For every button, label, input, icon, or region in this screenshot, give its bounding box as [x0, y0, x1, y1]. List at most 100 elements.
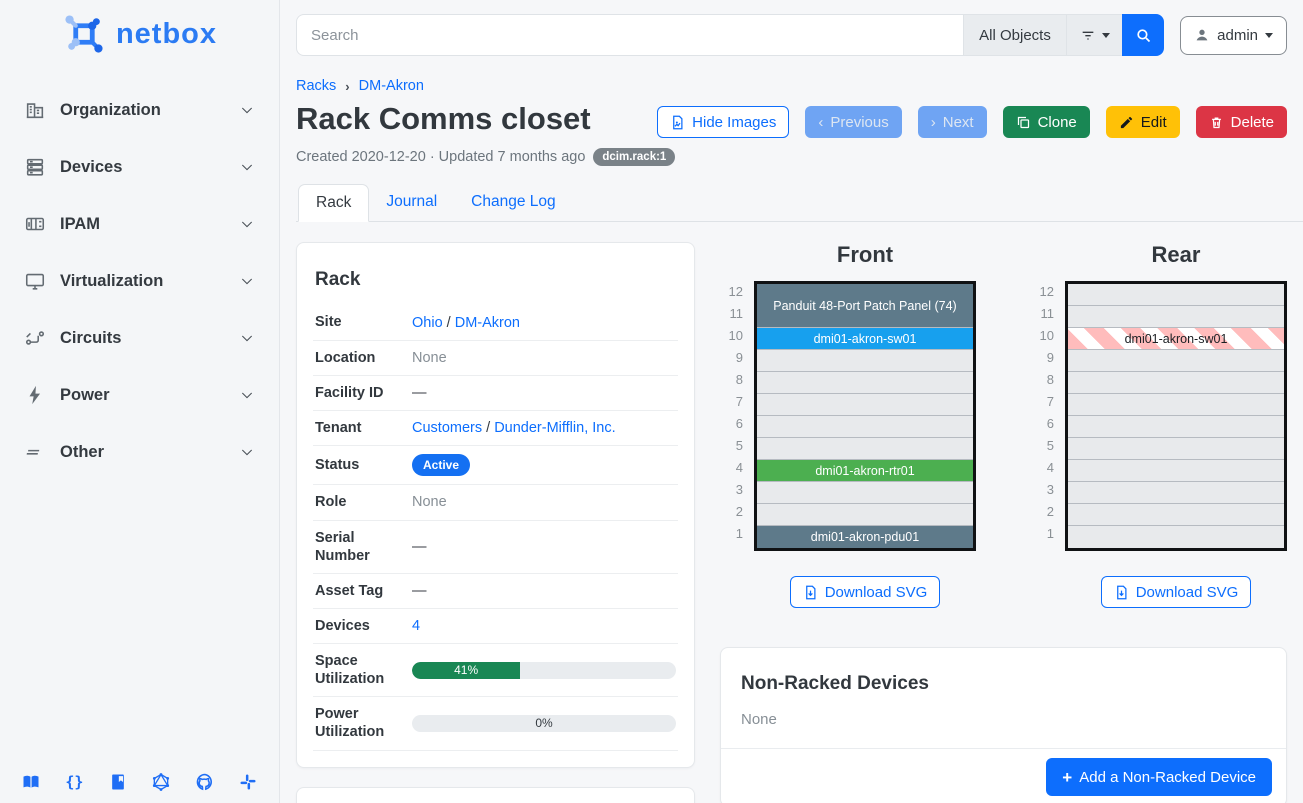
rack-slot-empty-u7[interactable] — [1068, 394, 1284, 416]
device-count-link[interactable]: 4 — [412, 618, 420, 634]
rack-slot-empty-u11[interactable] — [1068, 306, 1284, 328]
row-label: Role — [315, 493, 410, 511]
rack-slot-empty-u5[interactable] — [1068, 438, 1284, 460]
delete-button[interactable]: Delete — [1196, 106, 1287, 138]
sidebar-item-other[interactable]: Other — [14, 432, 265, 472]
search-filter-dropdown[interactable] — [1066, 14, 1122, 56]
breadcrumb: Racks › DM-Akron — [296, 78, 1287, 94]
rack-slot-empty-u6[interactable] — [757, 416, 973, 438]
rack-slot-empty-u2[interactable] — [757, 504, 973, 526]
unit-number: 5 — [1031, 435, 1054, 457]
tenant-group-link[interactable]: Customers — [412, 420, 482, 436]
rack-device-pdu[interactable]: dmi01-akron-pdu01 — [757, 526, 973, 548]
sidebar-item-power[interactable]: Power — [14, 375, 265, 415]
rack-slot-empty-u3[interactable] — [757, 482, 973, 504]
site-group-link[interactable]: Ohio — [412, 315, 443, 331]
front-elevation: Front 12 11 10 9 8 7 6 5 4 3 — [720, 242, 976, 608]
chevron-down-icon — [239, 387, 255, 403]
rack-slot-empty-u6[interactable] — [1068, 416, 1284, 438]
rack-slot-empty-u12[interactable] — [1068, 284, 1284, 306]
rack-device-patch-panel[interactable]: Panduit 48-Port Patch Panel (74) — [757, 284, 973, 328]
rack-device-switch[interactable]: dmi01-akron-sw01 — [757, 328, 973, 350]
rear-download-svg-button[interactable]: Download SVG — [1101, 576, 1252, 608]
unit-number: 5 — [720, 435, 743, 457]
edit-button[interactable]: Edit — [1106, 106, 1180, 138]
breadcrumb-site[interactable]: DM-Akron — [359, 78, 424, 94]
chevron-right-icon: › — [931, 115, 936, 130]
unit-number: 11 — [720, 303, 743, 325]
row-site: Site Ohio / DM-Akron — [313, 305, 678, 340]
object-type-selector[interactable]: All Objects — [963, 14, 1066, 56]
rack-slot-empty-u4[interactable] — [1068, 460, 1284, 482]
chevron-left-icon: ‹ — [818, 115, 823, 130]
tab-rack[interactable]: Rack — [298, 184, 369, 222]
chevron-down-icon — [239, 216, 255, 232]
user-menu[interactable]: admin — [1180, 16, 1287, 55]
rack-slot-empty-u9[interactable] — [1068, 350, 1284, 372]
sidebar-item-virtualization[interactable]: Virtualization — [14, 261, 265, 301]
rack-device-switch-rear[interactable]: dmi01-akron-sw01 — [1068, 328, 1284, 350]
facility-id-value: — — [410, 385, 676, 401]
row-label: Serial Number — [315, 529, 410, 565]
rack-slot-empty-u9[interactable] — [757, 350, 973, 372]
previous-button[interactable]: ‹ Previous — [805, 106, 901, 138]
graphql-icon[interactable] — [150, 771, 172, 793]
rack-slot-empty-u7[interactable] — [757, 394, 973, 416]
separator: / — [486, 420, 490, 436]
rest-api-icon[interactable]: {} — [63, 771, 85, 793]
power-utilization-label: 0% — [412, 715, 676, 732]
filter-icon — [1080, 27, 1096, 43]
sidebar-item-label: Power — [60, 386, 239, 405]
tab-change-log[interactable]: Change Log — [454, 184, 572, 222]
front-download-svg-button[interactable]: Download SVG — [790, 576, 941, 608]
search-input[interactable] — [296, 14, 963, 56]
api-docs-icon[interactable] — [107, 771, 129, 793]
hide-images-button[interactable]: Hide Images — [657, 106, 789, 138]
row-label: Devices — [315, 617, 410, 635]
tab-journal[interactable]: Journal — [369, 184, 454, 222]
chevron-down-icon — [239, 444, 255, 460]
row-space-utilization: Space Utilization 41% — [313, 643, 678, 696]
unit-number: 3 — [720, 479, 743, 501]
action-buttons: Hide Images ‹ Previous › Next Clone Edit… — [657, 106, 1287, 138]
site-link[interactable]: DM-Akron — [455, 315, 520, 331]
search-button[interactable] — [1122, 14, 1164, 56]
rack-slot-empty-u8[interactable] — [757, 372, 973, 394]
rack-slot-empty-u5[interactable] — [757, 438, 973, 460]
tenant-link[interactable]: Dunder-Mifflin, Inc. — [494, 420, 615, 436]
next-panel-partial — [296, 787, 695, 803]
rack-slot-empty-u1[interactable] — [1068, 526, 1284, 548]
unit-number: 2 — [720, 501, 743, 523]
rack-slot-empty-u8[interactable] — [1068, 372, 1284, 394]
asset-tag-value: — — [410, 583, 676, 599]
file-download-icon — [1114, 585, 1129, 600]
chevron-down-icon — [239, 273, 255, 289]
rack-device-router[interactable]: dmi01-akron-rtr01 — [757, 460, 973, 482]
front-unit-numbers: 12 11 10 9 8 7 6 5 4 3 2 1 — [720, 281, 754, 551]
rack-slot-empty-u3[interactable] — [1068, 482, 1284, 504]
caret-down-icon — [1102, 33, 1110, 38]
rack-details-card: Rack Site Ohio / DM-Akron Location None … — [296, 242, 695, 768]
add-non-racked-device-button[interactable]: + Add a Non-Racked Device — [1046, 758, 1272, 796]
sidebar-item-label: Circuits — [60, 329, 239, 348]
row-label: Power Utilization — [315, 705, 410, 741]
next-button[interactable]: › Next — [918, 106, 987, 138]
sidebar-item-devices[interactable]: Devices — [14, 147, 265, 187]
row-status: Status Active — [313, 445, 678, 484]
github-icon[interactable] — [194, 771, 216, 793]
slack-icon[interactable] — [237, 771, 259, 793]
breadcrumb-racks[interactable]: Racks — [296, 78, 336, 94]
sidebar-item-circuits[interactable]: Circuits — [14, 318, 265, 358]
sidebar-footer: {} — [0, 771, 279, 793]
sidebar-item-ipam[interactable]: IPAM — [14, 204, 265, 244]
rack-slot-empty-u2[interactable] — [1068, 504, 1284, 526]
netbox-logo[interactable]: netbox — [0, 0, 279, 62]
unit-number: 9 — [720, 347, 743, 369]
sidebar-item-organization[interactable]: Organization — [14, 90, 265, 130]
copy-icon — [1016, 115, 1031, 130]
rear-title: Rear — [1065, 242, 1287, 268]
docs-book-icon[interactable] — [20, 771, 42, 793]
clone-button[interactable]: Clone — [1003, 106, 1090, 138]
building-icon — [24, 99, 46, 121]
sidebar-item-label: IPAM — [60, 215, 239, 234]
